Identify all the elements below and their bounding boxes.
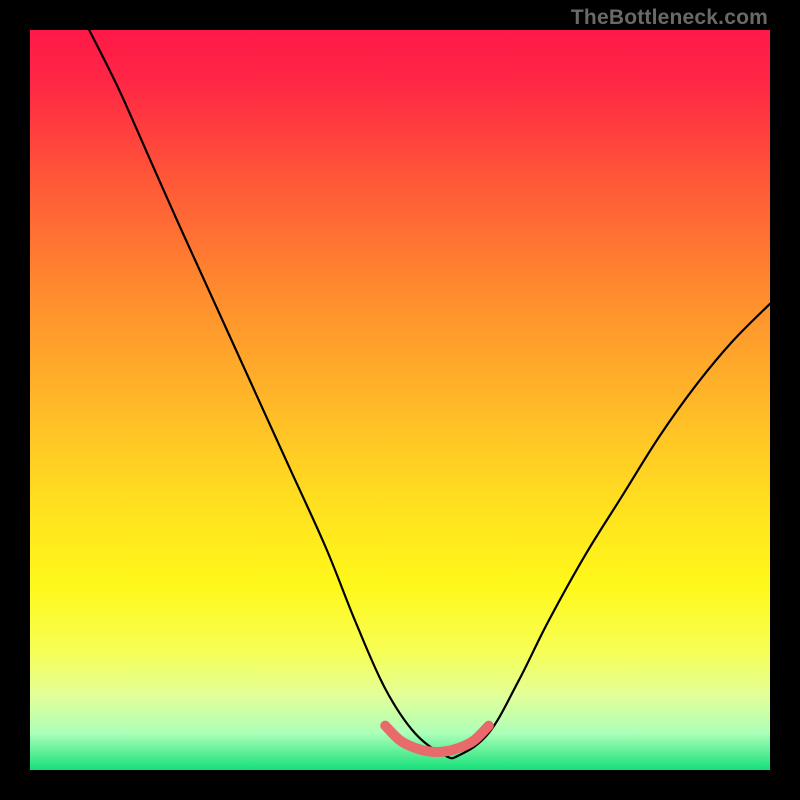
- bottleneck-curve: [89, 30, 770, 758]
- watermark-text: TheBottleneck.com: [571, 6, 768, 30]
- curve-layer: [30, 30, 770, 770]
- plot-area: [30, 30, 770, 770]
- chart-frame: TheBottleneck.com: [0, 0, 800, 800]
